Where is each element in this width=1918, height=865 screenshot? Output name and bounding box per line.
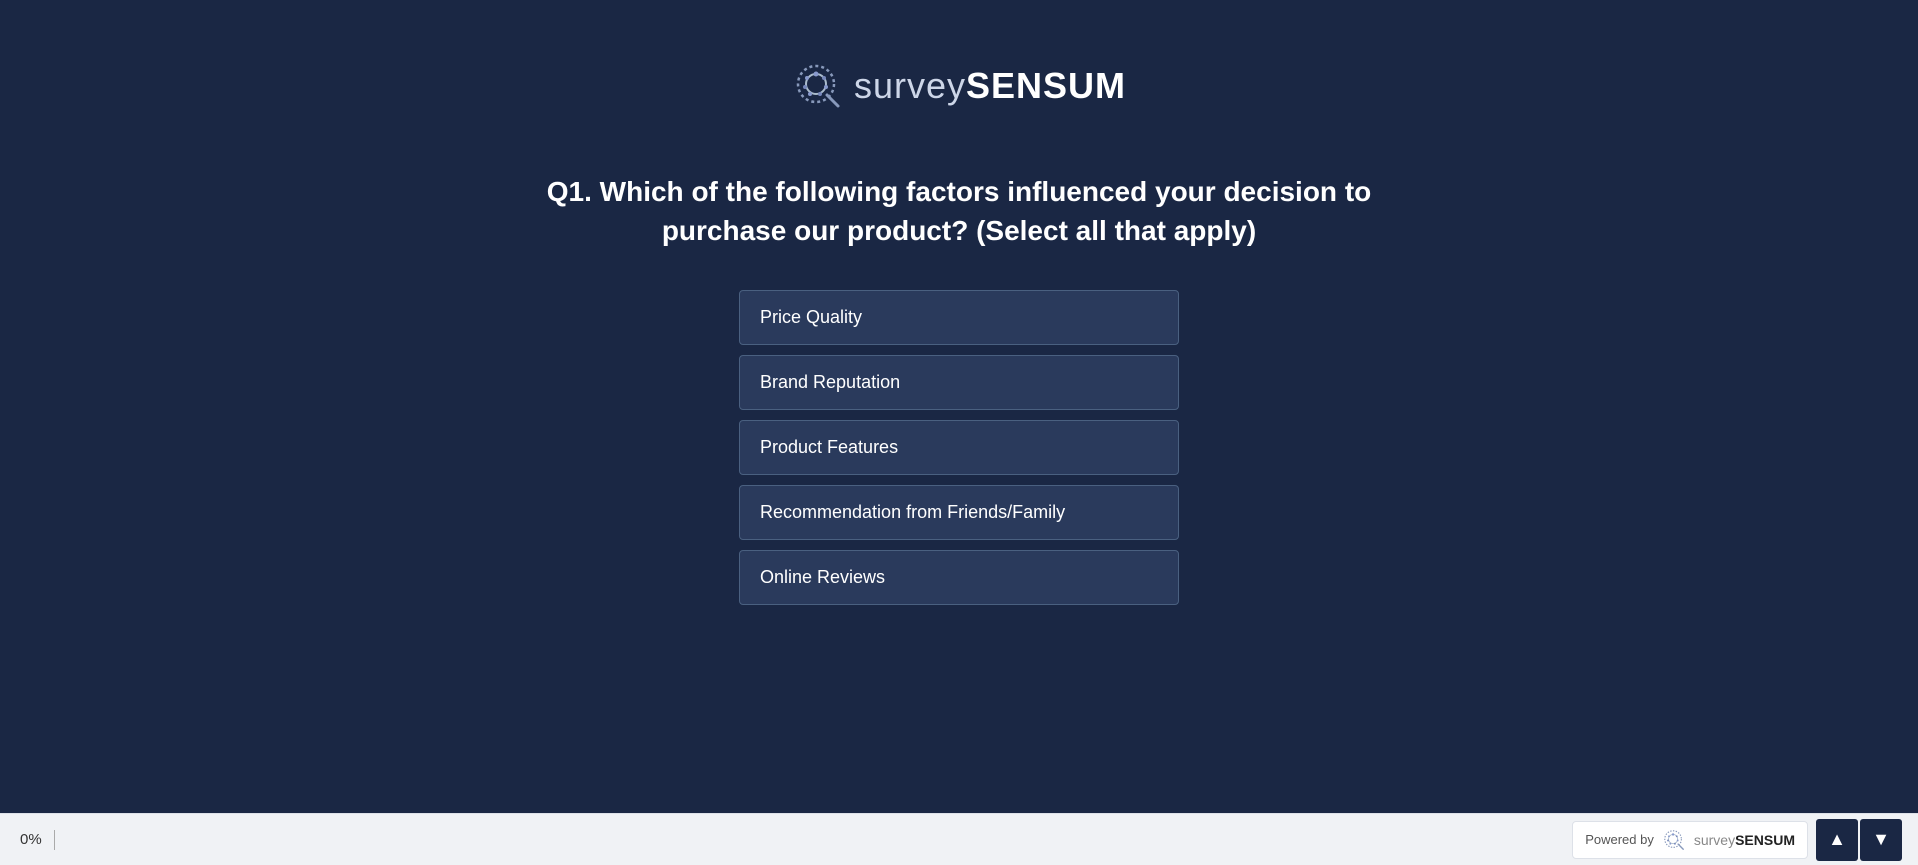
powered-survey: survey bbox=[1694, 832, 1735, 848]
logo-survey: survey bbox=[854, 65, 966, 106]
options-list: Price Quality Brand Reputation Product Fea… bbox=[509, 290, 1409, 605]
powered-by-label: Powered by bbox=[1585, 832, 1654, 847]
progress-section: 0% bbox=[20, 830, 55, 850]
nav-down-button[interactable]: ▼ bbox=[1860, 819, 1902, 861]
logo-sensum: SENSUM bbox=[966, 65, 1126, 106]
logo-icon bbox=[792, 60, 844, 112]
powered-sensum: SENSUM bbox=[1735, 832, 1795, 848]
option-product-features[interactable]: Product Features bbox=[739, 420, 1179, 475]
powered-logo-text: surveySENSUM bbox=[1694, 832, 1795, 848]
question-number: Q1. bbox=[547, 176, 592, 207]
bottom-bar: 0% Powered by surveySENSUM ▲ bbox=[0, 813, 1918, 865]
logo-container: surveySENSUM bbox=[792, 60, 1126, 112]
powered-by-box: Powered by surveySENSUM bbox=[1572, 821, 1808, 859]
option-brand-reputation[interactable]: Brand Reputation bbox=[739, 355, 1179, 410]
logo-text: surveySENSUM bbox=[854, 65, 1126, 107]
question-container: Q1. Which of the following factors influ… bbox=[509, 172, 1409, 605]
main-content: surveySENSUM Q1. Which of the following … bbox=[0, 0, 1918, 865]
option-online-reviews[interactable]: Online Reviews bbox=[739, 550, 1179, 605]
nav-up-button[interactable]: ▲ bbox=[1816, 819, 1858, 861]
progress-divider bbox=[54, 830, 55, 850]
option-recommendation[interactable]: Recommendation from Friends/Family bbox=[739, 485, 1179, 540]
question-text: Which of the following factors influence… bbox=[600, 176, 1372, 246]
question-label: Q1. Which of the following factors influ… bbox=[509, 172, 1409, 250]
progress-percent: 0% bbox=[20, 831, 42, 848]
nav-buttons: ▲ ▼ bbox=[1816, 819, 1902, 861]
powered-section: Powered by surveySENSUM ▲ ▼ bbox=[1572, 819, 1902, 861]
powered-logo-icon bbox=[1662, 828, 1686, 852]
option-price-quality[interactable]: Price Quality bbox=[739, 290, 1179, 345]
